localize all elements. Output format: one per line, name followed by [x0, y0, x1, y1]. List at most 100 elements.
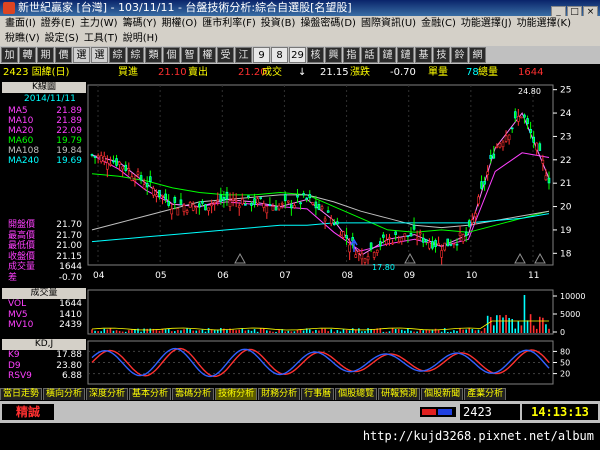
menu-item-row2-1[interactable]: 設定(S)	[45, 31, 79, 46]
toolbar-button-15[interactable]: 8	[271, 47, 288, 63]
toolbar-button-6[interactable]: 綜	[109, 47, 126, 63]
volume-bar	[315, 329, 317, 333]
volume-bar	[121, 331, 124, 333]
volume-chart[interactable]: 10000 5000 0	[0, 286, 600, 337]
candle-body	[96, 155, 100, 158]
candle-body	[268, 204, 272, 206]
volume-panel[interactable]: 10000 5000 0 成交量 VOL 1644 MV5 1410 MV10 2439	[0, 286, 600, 337]
menu-item-1[interactable]: 證券(E)	[41, 16, 75, 31]
menu-item-row2-3[interactable]: 說明(H)	[123, 31, 158, 46]
candle-body	[471, 219, 474, 223]
tab-6[interactable]: 財務分析	[258, 388, 301, 400]
menu-item-10[interactable]: 功能選擇(J)	[461, 16, 512, 31]
volume-bar	[94, 330, 96, 333]
volume-bar	[180, 330, 182, 333]
toolbar-button-24[interactable]: 技	[433, 47, 450, 63]
menu-item-9[interactable]: 金融(C)	[421, 16, 456, 31]
toolbar-button-4[interactable]: 選	[73, 47, 90, 63]
volume-bar	[269, 330, 271, 333]
volume-bar	[523, 295, 526, 333]
volume-bar	[459, 328, 461, 333]
kd-chart[interactable]: 80 50 20	[0, 337, 600, 387]
tab-10[interactable]: 個股新聞	[421, 388, 464, 400]
menu-item-row2-2[interactable]: 工具(T)	[84, 31, 118, 46]
candle-body	[388, 237, 391, 239]
candle-body	[547, 177, 551, 184]
tab-11[interactable]: 產業分析	[464, 388, 507, 400]
tab-4[interactable]: 籌碼分析	[172, 388, 215, 400]
toolbar-button-26[interactable]: 網	[469, 47, 486, 63]
tab-7[interactable]: 行事曆	[301, 388, 335, 400]
volume-bar	[443, 328, 446, 333]
volume-bar	[140, 331, 142, 333]
ma-label: MA5	[8, 106, 28, 116]
menu-item-11[interactable]: 功能選擇(K)	[517, 16, 571, 31]
kd-panel[interactable]: 80 50 20 KD,J K9 17.88 D9 23.80 RSV9 6.88	[0, 337, 600, 387]
tab-1[interactable]: 橫向分析	[43, 388, 86, 400]
candle-body	[339, 234, 342, 237]
volume-bar	[158, 330, 161, 333]
menu-item-4[interactable]: 期權(O)	[162, 16, 198, 31]
menu-item-6[interactable]: 投資(B)	[261, 16, 296, 31]
buy-value: 21.10	[158, 67, 187, 78]
toolbar-button-0[interactable]: 加	[1, 47, 18, 63]
volume-bar	[502, 317, 504, 333]
volume-bar	[275, 331, 277, 333]
toolbar-button-1[interactable]: 轉	[19, 47, 36, 63]
status-bar: 精誠 2423 14:13:13	[0, 401, 600, 423]
volume-bar	[321, 328, 323, 333]
menu-item-5[interactable]: 匯市利率(F)	[202, 16, 256, 31]
toolbar-button-16[interactable]: 29	[289, 47, 306, 63]
tab-2[interactable]: 深度分析	[86, 388, 129, 400]
volume-bar	[97, 331, 99, 333]
volume-bar	[394, 329, 397, 333]
volume-bar	[149, 328, 152, 333]
price-panel[interactable]: 25 24 23 22 21 20 19 18 04 05 06 07 08 09 10 11 K線圖 201…	[0, 80, 600, 285]
candle-body	[136, 171, 140, 175]
menu-item-3[interactable]: 籌碼(Y)	[123, 16, 157, 31]
toolbar-button-19[interactable]: 指	[343, 47, 360, 63]
vendor-label: 精誠	[2, 404, 54, 420]
tab-8[interactable]: 個股總覽	[335, 388, 378, 400]
toolbar-button-18[interactable]: 興	[325, 47, 342, 63]
menu-item-0[interactable]: 畫面(I)	[5, 16, 36, 31]
candle-body	[403, 233, 407, 237]
toolbar-button-23[interactable]: 基	[415, 47, 432, 63]
volume-bar	[201, 329, 204, 333]
toolbar-button-13[interactable]: 江	[235, 47, 252, 63]
tab-9[interactable]: 研報預測	[378, 388, 421, 400]
toolbar-button-11[interactable]: 權	[199, 47, 216, 63]
candle-body	[194, 206, 198, 209]
toolbar-button-8[interactable]: 類	[145, 47, 162, 63]
toolbar-button-5[interactable]: 選	[91, 47, 108, 63]
tab-5[interactable]: 技術分析	[215, 388, 258, 400]
candle-body	[517, 116, 520, 122]
stock-code-input[interactable]: 2423	[460, 404, 520, 420]
toolbar-button-7[interactable]: 綜	[127, 47, 144, 63]
toolbar-button-3[interactable]: 價	[55, 47, 72, 63]
menu-item-row2-0[interactable]: 稅瞧(V)	[5, 31, 40, 46]
toolbar-button-9[interactable]: 個	[163, 47, 180, 63]
toolbar-button-21[interactable]: 鏈	[379, 47, 396, 63]
tab-0[interactable]: 當日走勢	[0, 388, 43, 400]
toolbar-button-14[interactable]: 9	[253, 47, 270, 63]
toolbar-button-22[interactable]: 鏈	[397, 47, 414, 63]
toolbar-button-17[interactable]: 核	[307, 47, 324, 63]
volume-bar	[339, 331, 342, 333]
x-tick-label: 10	[466, 271, 478, 281]
price-chart[interactable]: 25 24 23 22 21 20 19 18 04 05 06 07 08 09 10 11	[0, 80, 600, 285]
volume-bar	[183, 329, 185, 333]
menu-item-2[interactable]: 主力(W)	[80, 16, 118, 31]
volume-bar	[256, 331, 259, 333]
volume-bar	[174, 331, 176, 333]
toolbar-button-10[interactable]: 智	[181, 47, 198, 63]
menu-item-8[interactable]: 國際資訊(U)	[361, 16, 416, 31]
toolbar-button-12[interactable]: 受	[217, 47, 234, 63]
menu-item-7[interactable]: 操盤密碼(D)	[300, 16, 356, 31]
volume-bar	[367, 328, 369, 333]
toolbar-button-2[interactable]: 期	[37, 47, 54, 63]
tab-3[interactable]: 基本分析	[129, 388, 172, 400]
toolbar-button-25[interactable]: 鈴	[451, 47, 468, 63]
toolbar-button-20[interactable]: 話	[361, 47, 378, 63]
volume-bar	[397, 329, 400, 333]
